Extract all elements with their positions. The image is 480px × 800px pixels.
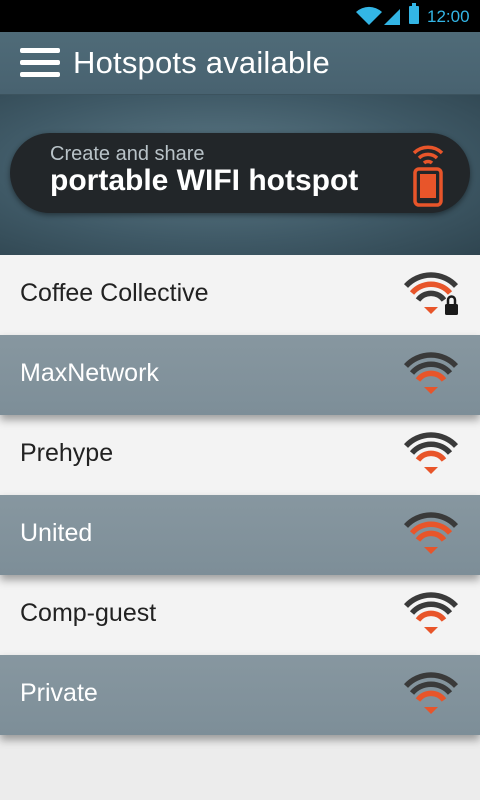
list-item[interactable]: Prehype: [0, 415, 480, 495]
wifi-signal-locked-icon: [403, 272, 459, 315]
wifi-signal-icon: [403, 352, 459, 394]
status-bar: 12:00: [0, 0, 480, 32]
list-item[interactable]: Comp-guest: [0, 575, 480, 655]
wifi-signal-icon: [403, 512, 459, 554]
share-title: portable WIFI hotspot: [50, 164, 359, 197]
hotspot-name: United: [20, 519, 93, 547]
share-banner: Create and share portable WIFI hotspot: [0, 95, 480, 255]
wifi-signal-icon: [403, 592, 459, 634]
hotspot-name: Comp-guest: [20, 599, 157, 627]
cell-signal-icon: [384, 9, 400, 25]
clock: 12:00: [427, 7, 470, 26]
battery-icon: [409, 3, 419, 24]
list-item[interactable]: Coffee Collective: [0, 255, 480, 335]
list-item[interactable]: Private: [0, 655, 480, 735]
page-title: Hotspots available: [73, 45, 330, 80]
app-bar: Hotspots available: [0, 32, 480, 95]
hamburger-menu-icon[interactable]: [20, 48, 60, 78]
hotspot-name: Prehype: [20, 439, 114, 467]
phone-broadcast-icon: [412, 145, 444, 207]
empty-list-area: [0, 735, 480, 800]
hotspot-list: Coffee Collective MaxNetwork Prehype Uni…: [0, 255, 480, 735]
wifi-signal-icon: [403, 432, 459, 474]
wifi-signal-icon: [403, 672, 459, 714]
hotspot-name: Coffee Collective: [20, 279, 209, 307]
wifi-icon: [356, 6, 382, 25]
list-item[interactable]: MaxNetwork: [0, 335, 480, 415]
hotspot-name: Private: [20, 679, 98, 707]
hotspot-name: MaxNetwork: [20, 359, 159, 387]
share-subtitle: Create and share: [50, 143, 205, 165]
create-hotspot-button[interactable]: Create and share portable WIFI hotspot: [10, 133, 470, 213]
list-item[interactable]: United: [0, 495, 480, 575]
